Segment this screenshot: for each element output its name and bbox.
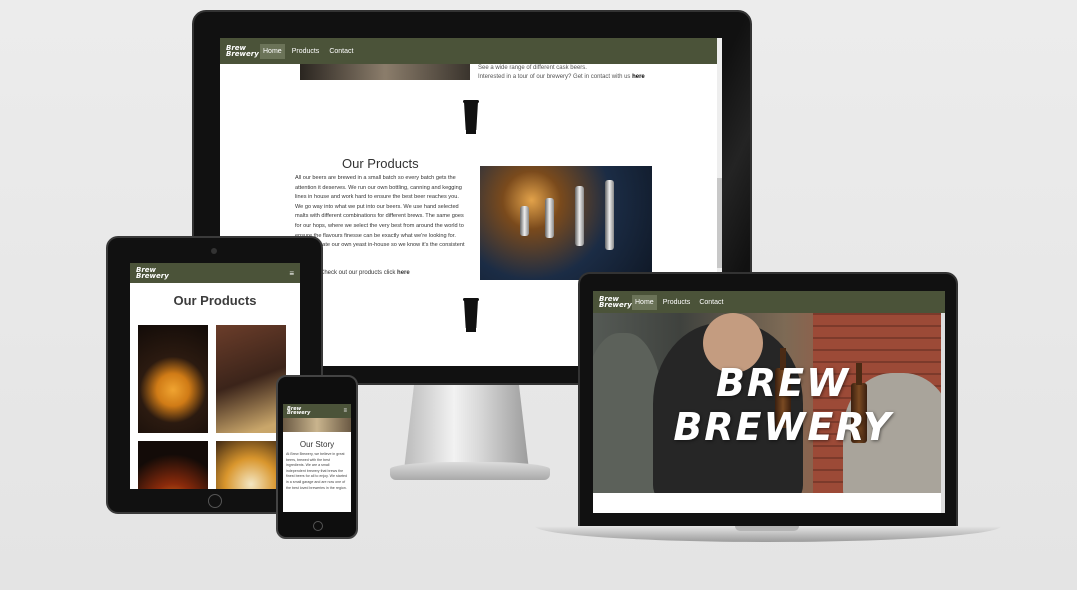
desktop-navbar: Brew Brewery Home Products Contact — [220, 38, 722, 64]
phone: Brew Brewery ≡ Our Story At Brew Brewery… — [276, 375, 358, 539]
laptop-screen: Brew Brewery Home Products Contact BREW … — [593, 291, 945, 513]
home-button[interactable] — [208, 494, 222, 508]
beer-taps-image — [480, 166, 652, 280]
story-heading: Our Story — [299, 440, 335, 449]
contact-link[interactable]: here — [632, 74, 645, 80]
laptop-scrollbar[interactable] — [941, 313, 945, 513]
brand-logo[interactable]: Brew Brewery — [226, 45, 259, 58]
brand-logo[interactable]: Brew Brewery — [599, 296, 632, 309]
pint-glass-icon — [463, 298, 479, 334]
story-paragraph: At Brew Brewery, we believe in great bee… — [286, 452, 347, 490]
story-image — [283, 418, 351, 432]
phone-screen: Brew Brewery ≡ Our Story At Brew Brewery… — [283, 404, 351, 512]
brand-logo[interactable]: Brew Brewery — [287, 407, 310, 416]
phone-navbar: Brew Brewery ≡ — [283, 404, 351, 418]
monitor-stand — [404, 385, 529, 470]
products-heading: Our Products — [342, 156, 419, 171]
nav-contact[interactable]: Contact — [696, 295, 726, 310]
tablet-navbar: Brew Brewery ≡ — [130, 263, 300, 283]
pint-glass-icon — [463, 100, 479, 136]
responsive-mockup: Brew Brewery Home Products Contact See a… — [0, 0, 1077, 590]
tablet-screen: Brew Brewery ≡ Our Products — [130, 263, 300, 489]
product-image[interactable] — [138, 441, 208, 489]
home-button[interactable] — [313, 521, 323, 531]
intro-text: See a wide range of different cask beers… — [478, 65, 645, 80]
laptop-navbar: Brew Brewery Home Products Contact — [593, 291, 945, 313]
hero-image: BREW BREWERY — [593, 313, 941, 493]
nav-products[interactable]: Products — [660, 295, 694, 310]
camera-icon — [211, 248, 217, 254]
brand-logo[interactable]: Brew Brewery — [136, 267, 169, 280]
hero-title: BREW BREWERY — [673, 361, 893, 449]
nav-home[interactable]: Home — [260, 43, 285, 59]
hamburger-icon[interactable]: ≡ — [289, 269, 294, 278]
nav-contact[interactable]: Contact — [326, 44, 356, 59]
brewery-image — [300, 64, 470, 80]
products-link-text: Check out our products click here — [320, 270, 410, 276]
tablet-products-heading: Our Products — [173, 293, 257, 308]
product-image[interactable] — [138, 325, 208, 433]
nav-home[interactable]: Home — [632, 294, 657, 310]
nav-products[interactable]: Products — [289, 44, 323, 59]
hamburger-icon[interactable]: ≡ — [343, 408, 347, 414]
products-link[interactable]: here — [397, 270, 410, 276]
laptop: Brew Brewery Home Products Contact BREW … — [578, 272, 958, 530]
monitor-foot — [390, 462, 550, 480]
